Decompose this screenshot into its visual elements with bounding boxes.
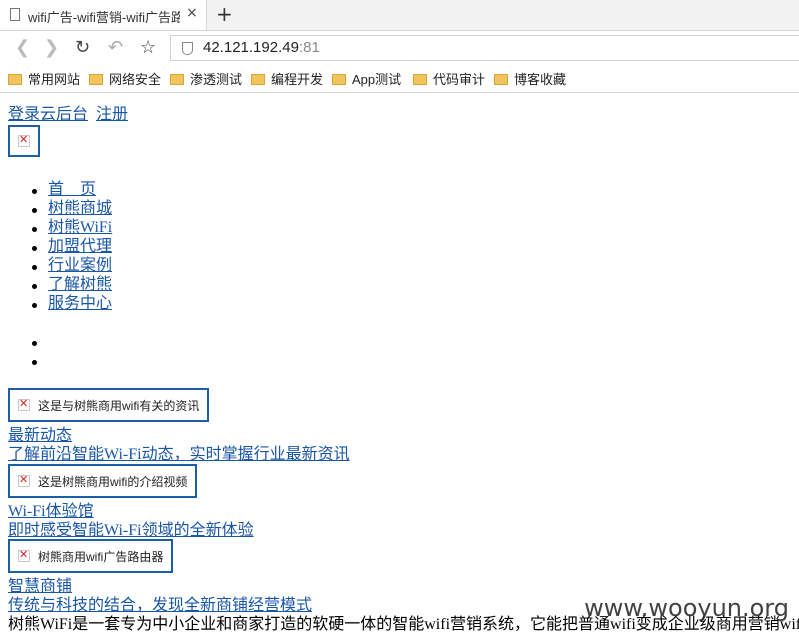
broken-logo-image[interactable] [8, 125, 40, 157]
undo-icon[interactable]: ↶ [108, 37, 123, 58]
nav-item-about[interactable]: 了解树熊 [48, 275, 112, 294]
star-icon[interactable]: ☆ [140, 37, 156, 58]
nav-item-wifi[interactable]: 树熊WiFi [48, 218, 112, 237]
bookmark-folder[interactable]: 网络安全 [89, 69, 161, 88]
section-title-link[interactable]: 最新动态 [8, 426, 72, 445]
section-subtitle-link[interactable]: 传统与科技的结合，发现全新商铺经营模式 [8, 596, 312, 615]
section-subtitle-link[interactable]: 即时感受智能Wi-Fi领域的全新体验 [8, 521, 254, 540]
bookmark-folder[interactable]: 代码审计 [413, 69, 485, 88]
bookmarks-bar: 常用网站 网络安全 渗透测试 编程开发 App测试 代码审计 博客收藏 [0, 64, 799, 93]
list-bullet [32, 265, 37, 270]
folder-icon [332, 74, 346, 85]
browser-tab[interactable]: wifi广告-wifi营销-wifi广告路 × [0, 0, 207, 30]
list-bullet [32, 189, 37, 194]
section-title-link[interactable]: Wi-Fi体验馆 [8, 502, 94, 521]
broken-news-image[interactable]: 这是与树熊商用wifi有关的资讯 [8, 388, 209, 422]
folder-icon [170, 74, 184, 85]
tab-title: wifi广告-wifi营销-wifi广告路 [28, 10, 180, 25]
url-text[interactable]: 42.121.192.49:81 [203, 39, 320, 56]
bookmark-folder[interactable]: 编程开发 [251, 69, 323, 88]
image-alt-text: 这是树熊商用wifi的介绍视频 [38, 475, 188, 489]
empty-list-bullet [32, 341, 37, 346]
forward-icon[interactable]: ❯ [44, 37, 59, 58]
list-bullet [32, 208, 37, 213]
image-alt-text: 树熊商用wifi广告路由器 [38, 550, 164, 564]
broken-image-icon [18, 397, 30, 411]
folder-icon [89, 74, 103, 85]
nav-item-home[interactable]: 首 页 [48, 180, 96, 199]
nav-item-franchise[interactable]: 加盟代理 [48, 237, 112, 256]
broken-image-icon [18, 548, 30, 562]
bookmark-folder[interactable]: App测试 [332, 69, 401, 88]
tab-bar: wifi广告-wifi营销-wifi广告路 × + [0, 0, 799, 31]
nav-item-mall[interactable]: 树熊商城 [48, 199, 112, 218]
login-link[interactable]: 登录云后台 [8, 105, 88, 124]
list-bullet [32, 284, 37, 289]
broken-image-icon [18, 133, 30, 147]
list-bullet [32, 227, 37, 232]
folder-icon [494, 74, 508, 85]
bookmark-folder[interactable]: 渗透测试 [170, 69, 242, 88]
image-alt-text: 这是与树熊商用wifi有关的资讯 [38, 399, 200, 413]
list-bullet [32, 246, 37, 251]
reload-icon[interactable]: ↻ [75, 37, 90, 58]
page-content: 登录云后台 注册 首 页 树熊商城 树熊WiFi 加盟代理 行业案例 了解树熊 … [0, 92, 799, 634]
folder-icon [413, 74, 427, 85]
section-subtitle-link[interactable]: 了解前沿智能Wi-Fi动态，实时掌握行业最新资讯 [8, 445, 350, 464]
list-bullet [32, 303, 37, 308]
close-tab-icon[interactable]: × [186, 5, 198, 21]
register-link[interactable]: 注册 [96, 105, 128, 124]
watermark: www.wooyun.org [584, 594, 789, 622]
nav-item-service[interactable]: 服务中心 [48, 294, 112, 313]
section-title-link[interactable]: 智慧商铺 [8, 577, 72, 596]
bookmark-folder[interactable]: 博客收藏 [494, 69, 566, 88]
broken-router-image[interactable]: 树熊商用wifi广告路由器 [8, 539, 173, 573]
nav-item-cases[interactable]: 行业案例 [48, 256, 112, 275]
broken-video-image[interactable]: 这是树熊商用wifi的介绍视频 [8, 464, 197, 498]
broken-image-icon [18, 473, 30, 487]
folder-icon [251, 74, 265, 85]
shield-icon [182, 42, 193, 55]
empty-list-bullet [32, 360, 37, 365]
folder-icon [8, 74, 22, 85]
address-bar[interactable]: 42.121.192.49:81 [170, 35, 799, 61]
new-tab-button[interactable]: + [216, 2, 233, 26]
bookmark-folder[interactable]: 常用网站 [8, 69, 80, 88]
back-icon[interactable]: ❮ [15, 37, 30, 58]
navigation-bar: ❮ ❯ ↻ ↶ ☆ 42.121.192.49:81 [0, 31, 799, 64]
page-icon [10, 8, 20, 21]
